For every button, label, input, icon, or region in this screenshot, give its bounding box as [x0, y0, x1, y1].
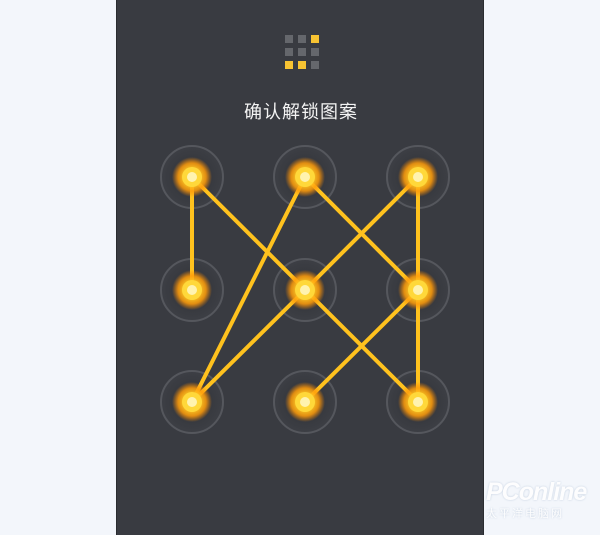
pattern-lock-grid[interactable]: [117, 0, 485, 535]
watermark-sub: 太平洋电脑网: [486, 507, 564, 520]
pattern-node-core-3: [413, 172, 423, 182]
pattern-node-core-2: [300, 172, 310, 182]
pattern-node-core-1: [187, 172, 197, 182]
pattern-node-core-4: [187, 285, 197, 295]
pattern-node-core-8: [300, 397, 310, 407]
pconline-watermark: PConline 太平洋电脑网: [486, 478, 598, 524]
pattern-node-core-6: [413, 285, 423, 295]
pattern-node-core-9: [413, 397, 423, 407]
watermark-brand: PConline: [486, 478, 587, 506]
lock-screen: 确认解锁图案: [116, 0, 484, 535]
pattern-node-core-7: [187, 397, 197, 407]
pattern-node-core-5: [300, 285, 310, 295]
